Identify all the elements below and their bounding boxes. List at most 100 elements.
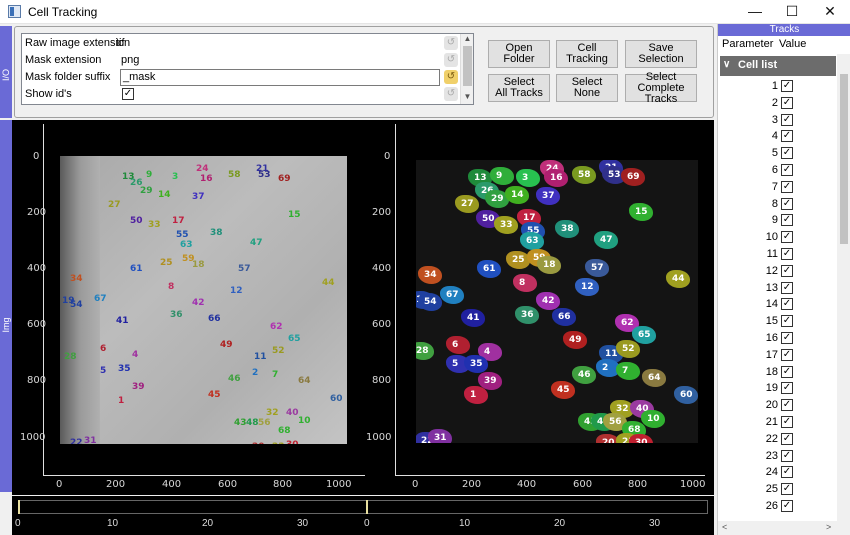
track-row: 13 ✓ [718, 280, 836, 297]
open-folder-button[interactable]: Open Folder [488, 40, 550, 68]
track-id: 6 [771, 164, 778, 176]
reset-icon[interactable]: ↺ [444, 53, 458, 67]
cell-tracking-button[interactable]: Cell Tracking [556, 40, 618, 68]
track-row: 25 ✓ [718, 481, 836, 498]
track-checkbox[interactable]: ✓ [781, 130, 793, 143]
track-checkbox[interactable]: ✓ [781, 399, 793, 412]
track-checkbox[interactable]: ✓ [781, 96, 793, 109]
track-checkbox[interactable]: ✓ [781, 382, 793, 395]
track-checkbox[interactable]: ✓ [781, 365, 793, 378]
left-frame-marker[interactable] [18, 500, 20, 514]
timeline-track[interactable] [18, 500, 708, 514]
track-id: 8 [771, 197, 778, 210]
mask-suffix-input[interactable]: _mask [120, 69, 440, 86]
track-checkbox[interactable]: ✓ [781, 248, 793, 260]
param-label: Raw image extension [25, 37, 131, 49]
track-checkbox[interactable]: ✓ [781, 449, 793, 462]
track-checkbox[interactable]: ✓ [781, 332, 793, 344]
track-checkbox[interactable]: ✓ [781, 466, 793, 479]
frame-timeline[interactable]: 0 10 20 30 0 10 20 30 [12, 496, 714, 535]
cell-id-label: 39 [132, 382, 145, 392]
track-checkbox[interactable]: ✓ [781, 164, 793, 176]
chevron-right-icon[interactable]: > [826, 522, 831, 532]
cell-id-label: 25 [512, 255, 525, 265]
track-checkbox[interactable]: ✓ [781, 231, 793, 244]
select-complete-tracks-button[interactable]: Select Complete Tracks [625, 71, 697, 104]
y-tick: 400 [372, 263, 392, 274]
track-checkbox[interactable]: ✓ [781, 483, 793, 496]
y-tick: 1000 [366, 432, 392, 443]
param-value[interactable]: tif [116, 37, 125, 49]
reset-icon[interactable]: ↺ [444, 36, 458, 50]
img-dock-tab[interactable]: Img [0, 120, 12, 492]
cell-id-label: 38 [210, 228, 223, 238]
param-value[interactable]: png [121, 54, 139, 66]
track-id: 22 [765, 432, 778, 445]
cell-id-label: 3 [172, 172, 179, 182]
maximize-button[interactable]: ☐ [772, 0, 812, 24]
save-selection-button[interactable]: Save Selection [625, 40, 697, 68]
cell-id-label: 54 [70, 300, 83, 310]
select-none-button[interactable]: Select None [556, 74, 618, 102]
chevron-up-icon[interactable]: ▲ [461, 34, 474, 46]
cell-id-label: 20 [252, 442, 265, 444]
io-dock-tab[interactable]: I/O [0, 26, 12, 118]
close-button[interactable]: ✕ [810, 0, 850, 24]
cell-id-label: 57 [591, 263, 604, 273]
cell-id-label: 6 [100, 344, 107, 354]
track-checkbox[interactable]: ✓ [781, 432, 793, 445]
timeline-tick: 20 [202, 518, 214, 529]
cell-id-label: 44 [322, 278, 335, 288]
right-frame-marker[interactable] [366, 500, 368, 514]
chevron-left-icon[interactable]: < [722, 522, 727, 532]
reset-icon[interactable]: ↺ [444, 87, 458, 101]
cell-id-label: 46 [578, 370, 591, 380]
track-checkbox[interactable]: ✓ [781, 500, 793, 512]
cell-id-label: 62 [621, 318, 634, 328]
params-scrollbar[interactable]: ▲ ▼ [460, 34, 473, 104]
track-checkbox[interactable]: ✓ [781, 264, 793, 277]
track-checkbox[interactable]: ✓ [781, 416, 793, 428]
cell-id-label: 7 [622, 366, 629, 376]
track-id: 23 [765, 449, 778, 462]
track-id: 11 [766, 248, 778, 260]
tracks-hscrollbar[interactable]: < > [718, 521, 850, 535]
phase-contrast-image[interactable]: 13 9 3 24 16 58 21 53 69 26 29 14 37 27 50 33 17 55 38 15 63… [60, 156, 347, 444]
track-checkbox[interactable]: ✓ [781, 348, 793, 361]
track-row: 7 ✓ [718, 179, 836, 196]
cell-id-label: 67 [446, 290, 459, 300]
reset-icon[interactable]: ↺ [444, 70, 458, 84]
track-id: 2 [771, 96, 778, 109]
cell-list-group[interactable]: ∨ Cell list [720, 56, 836, 76]
track-row: 17 ✓ [718, 347, 836, 364]
track-checkbox[interactable]: ✓ [781, 197, 793, 210]
track-checkbox[interactable]: ✓ [781, 315, 793, 328]
cell-id-label: 34 [424, 270, 437, 280]
mask-image[interactable]: 1393241658215369262914372750331755381563… [416, 160, 698, 443]
show-ids-checkbox[interactable]: ✓ [122, 88, 134, 100]
cell-id-label: 33 [500, 220, 513, 230]
x-tick: 800 [273, 479, 293, 490]
track-row: 1 ✓ [718, 78, 836, 95]
column-header-parameter[interactable]: Parameter [722, 38, 773, 54]
chevron-down-icon[interactable]: ∨ [723, 59, 730, 70]
cell-id-label: 60 [330, 394, 343, 404]
chevron-down-icon[interactable]: ▼ [461, 92, 474, 104]
track-checkbox[interactable]: ✓ [781, 214, 793, 227]
track-checkbox[interactable]: ✓ [781, 298, 793, 311]
track-id: 13 [765, 281, 778, 294]
tracks-scrollbar[interactable] [837, 54, 850, 524]
select-all-tracks-button[interactable]: Select All Tracks [488, 74, 550, 102]
track-checkbox[interactable]: ✓ [781, 281, 793, 294]
column-header-value[interactable]: Value [779, 38, 806, 54]
minimize-button[interactable]: — [735, 0, 775, 24]
scroll-thumb[interactable] [463, 46, 472, 86]
track-id: 10 [765, 231, 778, 244]
cell-id-label: 5 [452, 359, 459, 369]
track-checkbox[interactable]: ✓ [781, 180, 793, 193]
track-checkbox[interactable]: ✓ [781, 113, 793, 126]
track-checkbox[interactable]: ✓ [781, 80, 793, 92]
scroll-thumb[interactable] [840, 74, 848, 244]
track-checkbox[interactable]: ✓ [781, 147, 793, 160]
cell-id-label: 8 [168, 282, 175, 292]
